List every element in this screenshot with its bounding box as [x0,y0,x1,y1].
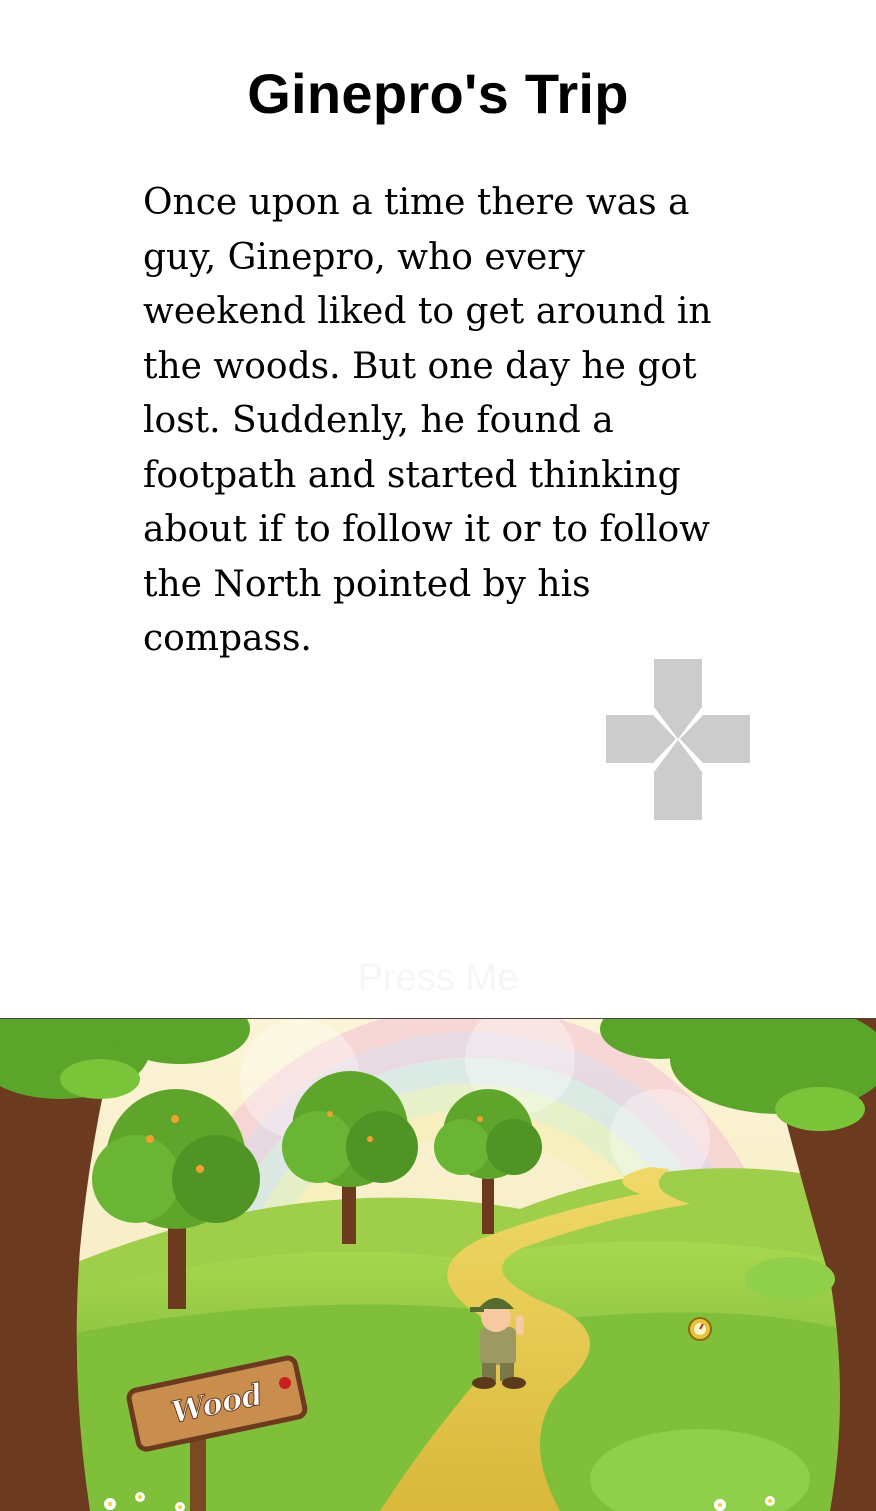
compass-icon[interactable] [688,1317,712,1341]
page-title: Ginepro's Trip [247,62,629,125]
press-me-button[interactable]: Press Me [0,953,876,1003]
directional-pad-icon[interactable] [606,659,750,820]
forest-scene-image[interactable]: Wood [0,1018,876,1511]
story-text: Once upon a time there was a guy, Ginepr… [143,182,712,659]
